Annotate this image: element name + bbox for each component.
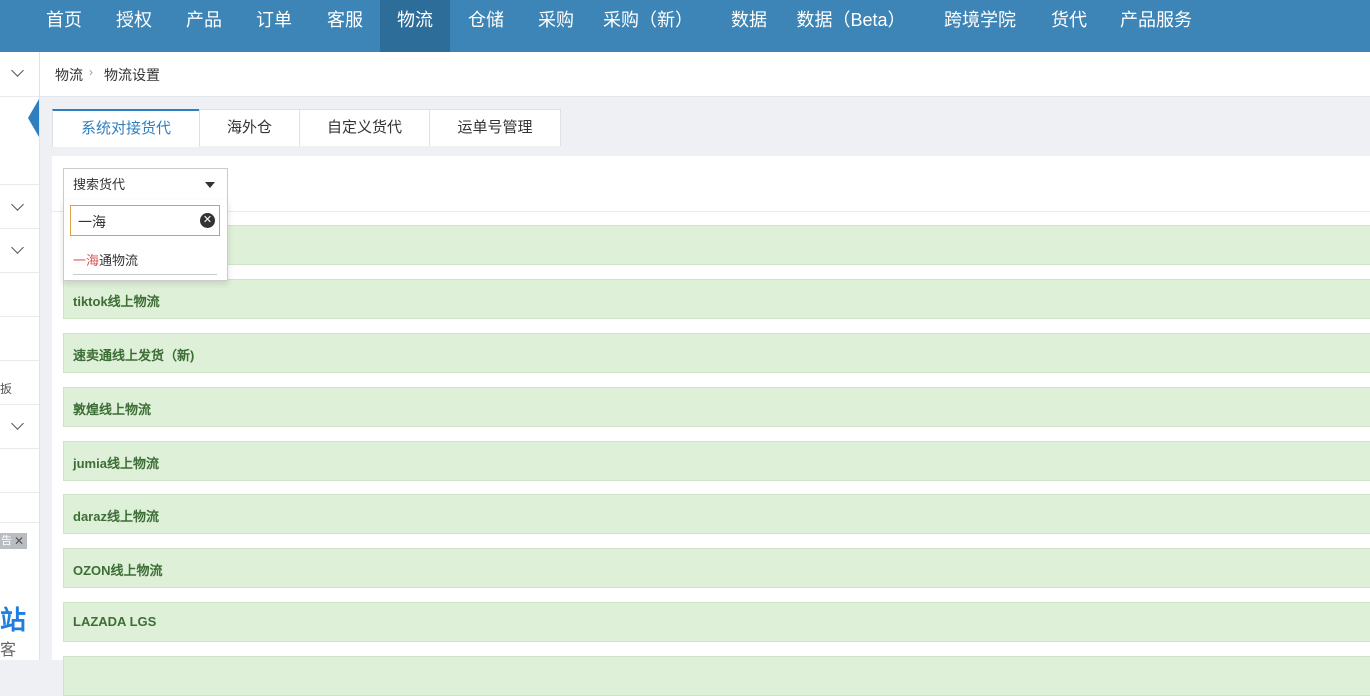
sidebar-item[interactable] xyxy=(0,228,39,273)
forwarder-search-select[interactable]: 搜索货代 xyxy=(63,168,228,201)
nav-purchase[interactable]: 采购 xyxy=(527,0,585,52)
carrier-row[interactable] xyxy=(63,656,1370,696)
carrier-name: daraz线上物流 xyxy=(73,509,159,524)
search-highlight: 一海 xyxy=(73,253,100,268)
nav-authorize[interactable]: 授权 xyxy=(105,0,163,52)
sidebar-item[interactable] xyxy=(0,492,39,523)
tab-tracking-number[interactable]: 运单号管理 xyxy=(429,109,561,146)
clear-icon[interactable]: ✕ xyxy=(200,213,215,228)
carrier-name: 敦煌线上物流 xyxy=(73,402,152,417)
carrier-row[interactable]: daraz线上物流 xyxy=(63,494,1370,534)
breadcrumb: 物流 › 物流设置 xyxy=(40,52,1370,97)
search-dropdown: ✕ 一海通物流 xyxy=(63,200,228,281)
close-icon[interactable]: ✕ xyxy=(14,533,24,549)
ad-headline: 站 xyxy=(0,605,27,635)
nav-data-beta[interactable]: 数据（Beta） xyxy=(792,0,910,52)
chevron-down-icon xyxy=(11,198,24,211)
carrier-row[interactable]: LAZADA LGS xyxy=(63,602,1370,642)
ad-subtext: 客 xyxy=(0,642,17,659)
carrier-row[interactable] xyxy=(63,225,1370,265)
search-result-rest: 通物流 xyxy=(99,253,139,268)
search-select-label: 搜索货代 xyxy=(73,177,126,192)
carrier-row[interactable]: OZON线上物流 xyxy=(63,548,1370,588)
nav-product-services[interactable]: 产品服务 xyxy=(1114,0,1198,52)
nav-orders[interactable]: 订单 xyxy=(245,0,303,52)
nav-academy[interactable]: 跨境学院 xyxy=(938,0,1022,52)
chevron-down-icon xyxy=(11,64,24,77)
nav-warehouse[interactable]: 仓储 xyxy=(457,0,515,52)
tab-custom-forwarder[interactable]: 自定义货代 xyxy=(299,109,430,146)
carrier-name: jumia线上物流 xyxy=(73,456,159,471)
carrier-name: OZON线上物流 xyxy=(73,563,163,578)
search-input[interactable] xyxy=(76,206,200,237)
carrier-name: tiktok线上物流 xyxy=(73,294,160,309)
search-input-wrapper: ✕ xyxy=(70,205,220,237)
nav-data[interactable]: 数据 xyxy=(720,0,778,52)
carrier-name: 速卖通线上发货（新) xyxy=(73,348,195,363)
nav-forwarder[interactable]: 货代 xyxy=(1040,0,1098,52)
search-result-option[interactable]: 一海通物流 xyxy=(73,248,217,275)
nav-logistics[interactable]: 物流 xyxy=(380,0,450,52)
caret-down-icon xyxy=(205,182,215,188)
sidebar: 扳 告 ✕ 站 客 xyxy=(0,52,40,660)
sidebar-item[interactable] xyxy=(0,140,39,185)
nav-customer-service[interactable]: 客服 xyxy=(316,0,374,52)
sidebar-item[interactable] xyxy=(0,272,39,317)
sidebar-active-pointer xyxy=(28,99,39,137)
breadcrumb-separator: › xyxy=(89,65,93,79)
top-navigation: 首页 授权 产品 订单 客服 物流 仓储 采购 采购（新） 数据 数据（Beta… xyxy=(0,0,1370,52)
nav-products[interactable]: 产品 xyxy=(175,0,233,52)
carrier-row[interactable]: jumia线上物流 xyxy=(63,441,1370,481)
divider xyxy=(52,211,1370,212)
breadcrumb-current: 物流设置 xyxy=(104,67,160,83)
breadcrumb-root[interactable]: 物流 xyxy=(55,65,83,85)
sidebar-item[interactable] xyxy=(0,404,39,449)
sidebar-item-label: 扳 xyxy=(0,382,13,396)
chevron-down-icon xyxy=(11,241,24,254)
sidebar-item[interactable] xyxy=(0,316,39,361)
carrier-row[interactable]: tiktok线上物流 xyxy=(63,279,1370,319)
tab-system-forwarder[interactable]: 系统对接货代 xyxy=(52,109,200,147)
nav-purchase-new[interactable]: 采购（新） xyxy=(600,0,696,52)
sidebar-item[interactable]: 扳 xyxy=(0,360,39,405)
carrier-name: LAZADA LGS xyxy=(73,614,157,629)
sidebar-item[interactable] xyxy=(0,52,39,97)
chevron-down-icon xyxy=(11,417,24,430)
sidebar-item[interactable] xyxy=(0,448,39,493)
carrier-row[interactable]: 速卖通线上发货（新) xyxy=(63,333,1370,373)
carrier-row[interactable]: 敦煌线上物流 xyxy=(63,387,1370,427)
nav-home[interactable]: 首页 xyxy=(35,0,93,52)
tab-overseas-warehouse[interactable]: 海外仓 xyxy=(199,109,300,146)
sidebar-item[interactable] xyxy=(0,184,39,229)
